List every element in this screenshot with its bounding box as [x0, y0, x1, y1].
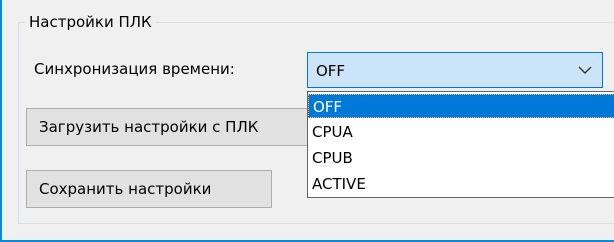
chevron-down-icon: [578, 66, 592, 74]
settings-panel: Настройки ПЛК Синхронизация времени: OFF…: [0, 0, 614, 242]
option-cpub[interactable]: CPUB: [308, 146, 614, 170]
save-settings-button[interactable]: Сохранить настройки: [26, 170, 272, 208]
option-cpua[interactable]: CPUA: [308, 120, 614, 144]
option-off[interactable]: OFF: [308, 94, 614, 118]
combobox-selected-value: OFF: [316, 62, 346, 80]
time-sync-dropdown-list: OFF CPUA CPUB ACTIVE: [307, 91, 614, 198]
option-active[interactable]: ACTIVE: [308, 172, 614, 196]
load-settings-button[interactable]: Загрузить настройки с ПЛК: [26, 108, 326, 146]
time-sync-combobox[interactable]: OFF: [307, 52, 603, 88]
time-sync-label: Синхронизация времени:: [34, 60, 235, 78]
groupbox-title: Настройки ПЛК: [25, 12, 156, 32]
window-edge: [0, 0, 2, 242]
